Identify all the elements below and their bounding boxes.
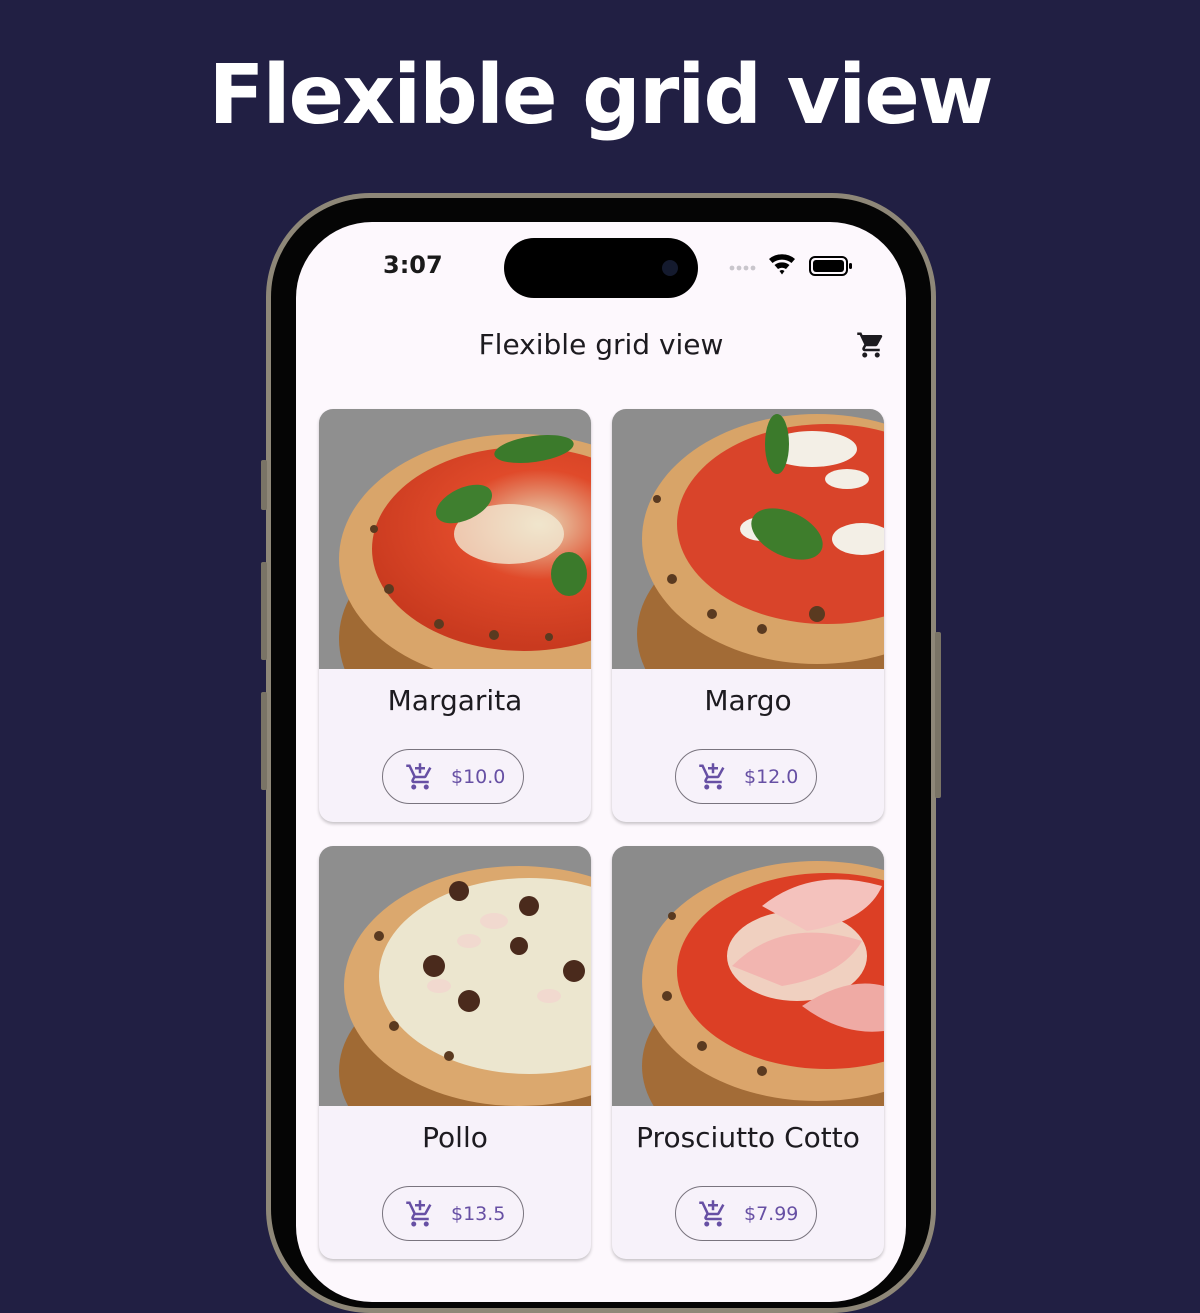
product-name: Margo — [704, 684, 792, 717]
action-button — [261, 460, 267, 510]
product-name: Pollo — [422, 1121, 488, 1154]
signal-dots-icon — [729, 265, 756, 271]
pizza-image — [612, 846, 884, 1106]
banner-title: Flexible grid view — [208, 48, 993, 143]
shopping-cart-icon — [857, 332, 883, 358]
power-button — [935, 632, 941, 798]
product-price: $7.99 — [744, 1203, 799, 1225]
add-to-cart-button[interactable]: $10.0 — [382, 749, 524, 804]
wifi-icon — [769, 254, 795, 275]
volume-down-button — [261, 692, 267, 790]
pizza-image — [319, 409, 591, 669]
add-to-cart-button[interactable]: $7.99 — [675, 1186, 817, 1241]
cart-button[interactable] — [856, 330, 886, 360]
product-name: Prosciutto Cotto — [636, 1121, 860, 1154]
status-time: 3:07 — [383, 251, 443, 279]
add-shopping-cart-icon — [699, 1200, 725, 1227]
pizza-image — [319, 846, 591, 1106]
add-to-cart-button[interactable]: $12.0 — [675, 749, 817, 804]
add-shopping-cart-icon — [406, 1200, 432, 1227]
add-shopping-cart-icon — [406, 763, 432, 790]
status-icons — [729, 252, 869, 278]
add-shopping-cart-icon — [699, 763, 725, 790]
pizza-image — [612, 409, 884, 669]
add-to-cart-button[interactable]: $13.5 — [382, 1186, 524, 1241]
product-card[interactable]: Margarita $10.0 — [319, 409, 591, 822]
product-price: $10.0 — [451, 766, 506, 788]
product-price: $13.5 — [451, 1203, 506, 1225]
phone-screen: 3:07 Flexible grid view Margarita $10.0 … — [296, 222, 906, 1302]
volume-up-button — [261, 562, 267, 660]
product-card[interactable]: Pollo $13.5 — [319, 846, 591, 1259]
product-price: $12.0 — [744, 766, 799, 788]
product-name: Margarita — [387, 684, 523, 717]
product-card[interactable]: Margo $12.0 — [612, 409, 884, 822]
camera-icon — [662, 260, 678, 276]
battery-icon — [809, 256, 852, 276]
app-bar-title: Flexible grid view — [478, 328, 724, 361]
product-card[interactable]: Prosciutto Cotto $7.99 — [612, 846, 884, 1259]
dynamic-island — [504, 238, 698, 298]
